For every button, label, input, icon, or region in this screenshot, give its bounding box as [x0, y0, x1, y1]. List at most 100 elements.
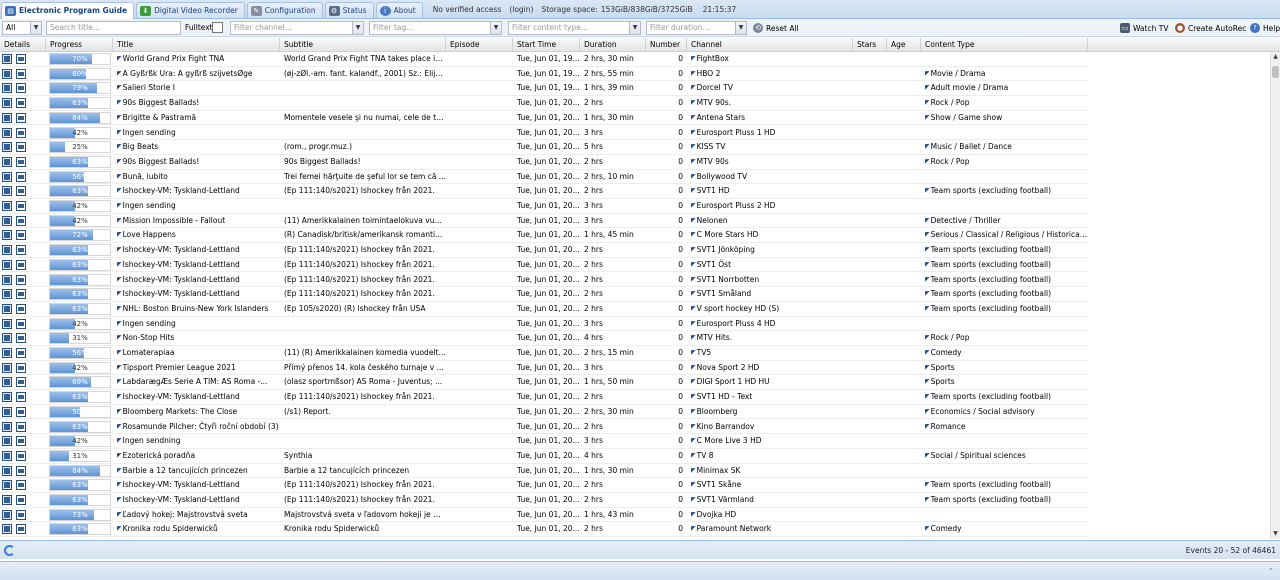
event-info-icon[interactable] [2, 112, 12, 123]
title-cell[interactable]: ◤Ishockey-VM: Tyskland-Lettland [113, 287, 280, 301]
refresh-icon[interactable] [4, 545, 15, 556]
event-info-icon[interactable] [2, 259, 12, 270]
channel-cell[interactable]: ◤Minimax SK [687, 464, 853, 478]
table-row[interactable]: 42% ◤Mission Impossible - Fallout (11) Ame… [0, 214, 1088, 229]
record-event-icon[interactable] [16, 112, 26, 123]
record-event-icon[interactable] [16, 201, 26, 211]
table-row[interactable]: 50% ◤Bloomberg Markets: The Close (/s1) Re… [0, 405, 1088, 420]
title-cell[interactable]: ◤Ishockey-VM: Tyskland-Lettland [113, 258, 280, 272]
title-cell[interactable]: ◤Ishockey-VM: Tyskland-Lettland [113, 243, 280, 257]
table-row[interactable]: 42% ◤Ingen sending Tue, Jun 01, 20... 3 hrs… [0, 199, 1088, 214]
content-type-cell[interactable]: ◤Team sports (excluding football) [921, 243, 1088, 257]
table-row[interactable]: 72% ◤Love Happens (R) Canadisk/britisk/ame… [0, 228, 1088, 244]
help-button[interactable]: ? Help [1250, 22, 1280, 34]
channel-cell[interactable]: ◤V sport hockey HD (S) [687, 302, 853, 316]
column-header-start-time[interactable]: Start Time [513, 38, 580, 52]
title-cell[interactable]: ◤Tipsport Premier League 2021 [113, 361, 280, 375]
title-cell[interactable]: ◤Ľadový hokej: Majstrovstvá sveta [113, 508, 280, 522]
table-row[interactable]: 56% ◤Bună, iubito Trei femei hărţuite de ş… [0, 170, 1088, 185]
tab-about[interactable]: i About [375, 2, 423, 18]
title-cell[interactable]: ◤Ingen sending [113, 199, 280, 213]
title-cell[interactable]: ◤Bună, iubito [113, 170, 280, 184]
table-row[interactable]: 84% ◤Barbie a 12 tancujících princezen Bar… [0, 464, 1088, 479]
channel-cell[interactable]: ◤C More Live 3 HD [687, 434, 853, 448]
content-type-cell[interactable]: ◤Team sports (excluding football) [921, 287, 1088, 301]
channel-cell[interactable]: ◤SVT1 Skåne [687, 478, 853, 492]
event-info-icon[interactable] [2, 215, 12, 226]
channel-cell[interactable]: ◤MTV 90s. [687, 96, 853, 110]
title-cell[interactable]: ◤Lomaterapiaa [113, 346, 280, 360]
table-row[interactable]: 63% ◤90s Biggest Ballads! Tue, Jun 01, 20.… [0, 96, 1088, 111]
tab-configuration[interactable]: ✎ Configuration [246, 2, 323, 18]
content-type-cell[interactable]: ◤Sports [921, 375, 1088, 389]
column-header-progress[interactable]: Progress [46, 38, 113, 52]
all-filter-select[interactable]: All ▼ [2, 21, 42, 35]
event-info-icon[interactable] [2, 245, 12, 256]
column-header-age[interactable]: Age [887, 38, 921, 52]
channel-cell[interactable]: ◤MTV 90s [687, 155, 853, 169]
scroll-thumb[interactable] [1272, 66, 1279, 78]
column-header-subtitle[interactable]: Subtitle [280, 38, 446, 52]
record-event-icon[interactable] [16, 495, 26, 505]
channel-cell[interactable]: ◤Nova Sport 2 HD [687, 361, 853, 375]
fulltext-checkbox[interactable] [212, 22, 223, 33]
table-row[interactable]: 31% ◤Non-Stop Hits Tue, Jun 01, 20... 4 hrs… [0, 331, 1088, 346]
record-event-icon[interactable] [16, 215, 26, 226]
tab-status[interactable]: ⚙ Status [324, 2, 374, 18]
event-info-icon[interactable] [2, 68, 12, 79]
title-cell[interactable]: ◤LabdarægÆs Serie A TIM: AS Roma -... [113, 375, 280, 389]
title-cell[interactable]: ◤Ishockey-VM: Tyskland-Lettland [113, 478, 280, 492]
title-cell[interactable]: ◤Mission Impossible - Fallout [113, 214, 280, 228]
content-type-cell[interactable]: ◤Team sports (excluding football) [921, 493, 1088, 507]
record-event-icon[interactable] [16, 259, 26, 270]
title-cell[interactable]: ◤Ingen sendning [113, 434, 280, 448]
event-info-icon[interactable] [2, 436, 12, 447]
title-cell[interactable]: ◤Ingen sending [113, 126, 280, 140]
content-type-cell[interactable]: ◤Team sports (excluding football) [921, 184, 1088, 198]
event-info-icon[interactable] [2, 480, 12, 491]
table-row[interactable]: 63% ◤90s Biggest Ballads! 90s Biggest Ball… [0, 155, 1088, 170]
content-type-cell[interactable]: ◤Team sports (excluding football) [921, 478, 1088, 492]
event-info-icon[interactable] [2, 406, 12, 417]
table-row[interactable]: 69% ◤LabdarægÆs Serie A TIM: AS Roma -...… [0, 375, 1088, 391]
event-info-icon[interactable] [2, 201, 12, 211]
channel-cell[interactable]: ◤Eurosport Pluss 1 HD [687, 126, 853, 140]
duration-filter-input[interactable]: Filter duration... ▼ [646, 21, 747, 35]
record-event-icon[interactable] [16, 406, 26, 417]
table-row[interactable]: 63% ◤Kronika rodu Spiderwicků Kronika rodu… [0, 522, 1088, 538]
table-row[interactable]: 79% ◤Salieri Storie I Tue, Jun 01, 19... 1 … [0, 81, 1088, 97]
expand-panel-icon[interactable]: ⌃ [1266, 566, 1276, 576]
title-cell[interactable]: ◤Love Happens [113, 228, 280, 242]
event-info-icon[interactable] [2, 274, 12, 285]
channel-cell[interactable]: ◤Dorcel TV [687, 81, 853, 95]
content-type-cell[interactable]: ◤Social / Spiritual sciences [921, 449, 1088, 463]
event-info-icon[interactable] [2, 142, 12, 153]
content-type-cell[interactable]: ◤Romance [921, 420, 1088, 434]
title-cell[interactable]: ◤Ishockey-VM: Tyskland-Lettland [113, 493, 280, 507]
record-event-icon[interactable] [16, 289, 26, 300]
table-row[interactable]: 63% ◤NHL: Boston Bruins-New York Islander… [0, 302, 1088, 317]
event-info-icon[interactable] [2, 348, 12, 358]
channel-cell[interactable]: ◤SVT1 Småland [687, 287, 853, 301]
channel-cell[interactable]: ◤Bloomberg [687, 405, 853, 419]
channel-cell[interactable]: ◤SVT1 HD - Text [687, 390, 853, 404]
table-row[interactable]: 63% ◤Ishockey-VM: Tyskland-Lettland (Ep 11… [0, 184, 1088, 199]
channel-filter-input[interactable]: Filter channel... ▼ [230, 21, 364, 35]
event-info-icon[interactable] [2, 303, 12, 314]
title-cell[interactable]: ◤Bloomberg Markets: The Close [113, 405, 280, 419]
title-cell[interactable]: ◤90s Biggest Ballads! [113, 155, 280, 169]
watch-tv-button[interactable]: ▭ Watch TV [1120, 22, 1168, 34]
column-header-duration[interactable]: Duration [580, 38, 646, 52]
scroll-up-arrow-icon[interactable]: ▲ [1271, 52, 1280, 62]
content-type-cell[interactable]: ◤Comedy [921, 522, 1088, 536]
record-event-icon[interactable] [16, 362, 26, 373]
title-cell[interactable]: ◤Ingen sending [113, 317, 280, 331]
record-event-icon[interactable] [16, 230, 26, 241]
record-event-icon[interactable] [16, 524, 26, 535]
record-event-icon[interactable] [16, 303, 26, 314]
table-row[interactable]: 63% ◤Ishockey-VM: Tyskland-Lettland (Ep 11… [0, 287, 1088, 302]
record-event-icon[interactable] [16, 142, 26, 153]
event-info-icon[interactable] [2, 127, 12, 138]
content-type-cell[interactable]: ◤Economics / Social advisory [921, 405, 1088, 419]
record-event-icon[interactable] [16, 392, 26, 403]
